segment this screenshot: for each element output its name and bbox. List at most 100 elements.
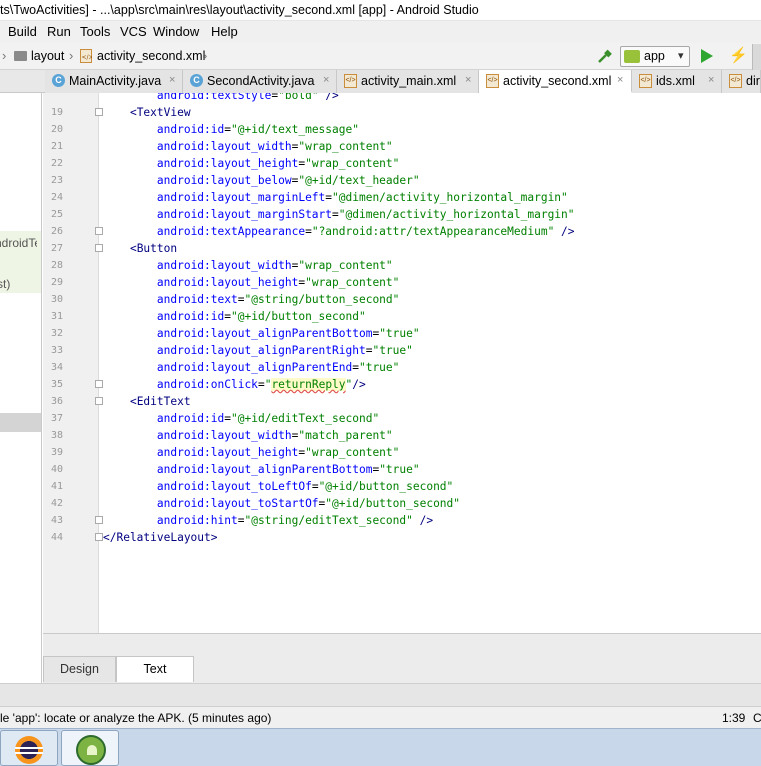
- menu-vcs[interactable]: VCS: [120, 24, 147, 39]
- close-icon[interactable]: ×: [708, 74, 714, 86]
- code-line: android:id="@+id/text_message": [156, 123, 359, 136]
- xml-file-icon: </>: [80, 49, 94, 63]
- fold-marker-icon[interactable]: [95, 516, 103, 524]
- code-line: android:layout_alignParentEnd="true": [156, 361, 400, 374]
- chevron-right-icon: ›: [203, 48, 208, 63]
- line-number: 44: [50, 532, 63, 543]
- menu-run[interactable]: Run: [47, 24, 71, 39]
- line-number: 42: [50, 498, 63, 509]
- code-line: android:layout_toLeftOf="@+id/button_sec…: [156, 480, 454, 493]
- code-line: android:layout_height="wrap_content": [156, 276, 400, 289]
- tab-activity-second-xml[interactable]: </> activity_second.xml ×: [479, 70, 632, 93]
- code-line: android:id="@+id/button_second": [156, 310, 366, 323]
- svg-text:</>: </>: [82, 54, 93, 61]
- run-config-select[interactable]: app ▾: [620, 46, 690, 67]
- line-number: 28: [50, 260, 63, 271]
- code-line: android:onClick="returnReply"/>: [156, 378, 366, 391]
- eclipse-icon-stripe: [15, 752, 43, 754]
- tab-text[interactable]: Text: [116, 656, 194, 682]
- project-tree-item[interactable]: st): [0, 277, 39, 291]
- line-number: 31: [50, 311, 63, 322]
- menu-build[interactable]: Build: [8, 24, 37, 39]
- code-line: android:layout_alignParentRight="true": [156, 344, 413, 357]
- code-line: android:layout_marginLeft="@dimen/activi…: [156, 191, 568, 204]
- toolbar-overflow: [752, 44, 761, 70]
- lightning-icon[interactable]: ⚡: [729, 46, 748, 64]
- tab-label: activity_main.xml: [361, 74, 457, 88]
- breadcrumb-layout[interactable]: layout: [31, 49, 64, 63]
- code-line: android:layout_alignParentBottom="true": [156, 463, 420, 476]
- line-number: 40: [50, 464, 63, 475]
- java-class-icon: C: [52, 74, 65, 87]
- code-line: </RelativeLayout>: [103, 531, 218, 544]
- line-number: 30: [50, 294, 63, 305]
- close-icon[interactable]: ×: [617, 74, 623, 86]
- line-number: 25: [50, 209, 63, 220]
- chevron-right-icon: ›: [69, 48, 74, 63]
- line-number: 27: [50, 243, 63, 254]
- close-icon[interactable]: ×: [323, 74, 329, 86]
- taskbar-eclipse[interactable]: [0, 730, 58, 766]
- tab-label: SecondActivity.java: [207, 74, 315, 88]
- tab-mainactivity-java[interactable]: C MainActivity.java ×: [45, 70, 183, 93]
- xml-file-icon: </>: [344, 74, 357, 88]
- editor-tabs: C MainActivity.java × C SecondActivity.j…: [0, 70, 761, 93]
- android-studio-icon-inner: [87, 745, 97, 755]
- eclipse-icon-stripe: [15, 747, 43, 749]
- line-number: 39: [50, 447, 63, 458]
- project-tree-selected-item[interactable]: [0, 413, 41, 432]
- tab-label: dir: [746, 74, 760, 88]
- line-number: 41: [50, 481, 63, 492]
- line-number: 35: [50, 379, 63, 390]
- fold-marker-icon[interactable]: [95, 533, 103, 541]
- line-number: 23: [50, 175, 63, 186]
- window-title: ts\TwoActivities] - ...\app\src\main\res…: [0, 3, 479, 17]
- tab-activity-main-xml[interactable]: </> activity_main.xml ×: [337, 70, 479, 93]
- android-studio-icon: [76, 735, 106, 765]
- code-line: android:layout_alignParentBottom="true": [156, 327, 420, 340]
- line-number: 36: [50, 396, 63, 407]
- code-line: android:layout_width="match_parent": [156, 429, 393, 442]
- fold-marker-icon[interactable]: [95, 227, 103, 235]
- code-editor[interactable]: android:textStyle="bold" /> 19 <TextView 2…: [43, 93, 761, 633]
- menu-tools[interactable]: Tools: [80, 24, 110, 39]
- menu-window[interactable]: Window: [153, 24, 199, 39]
- taskbar: [0, 728, 761, 766]
- code-line: android:id="@+id/editText_second": [156, 412, 380, 425]
- fold-marker-icon[interactable]: [95, 108, 103, 116]
- code-line: android:hint="@string/editText_second" /…: [156, 514, 434, 527]
- code-line: android:textAppearance="?android:attr/te…: [156, 225, 575, 238]
- line-number: 38: [50, 430, 63, 441]
- status-extra[interactable]: C: [753, 711, 761, 725]
- code-line: android:layout_height="wrap_content": [156, 157, 400, 170]
- line-number: 19: [50, 107, 63, 118]
- taskbar-android-studio[interactable]: [61, 730, 119, 766]
- fold-marker-icon[interactable]: [95, 380, 103, 388]
- close-icon[interactable]: ×: [465, 74, 471, 86]
- code-line: android:layout_below="@+id/text_header": [156, 174, 420, 187]
- status-message[interactable]: le 'app': locate or analyze the APK. (5 …: [0, 711, 271, 725]
- tab-label: MainActivity.java: [69, 74, 162, 88]
- tab-dir[interactable]: </> dir: [722, 70, 761, 93]
- code-line: android:layout_toStartOf="@+id/button_se…: [156, 497, 461, 510]
- tab-ids-xml[interactable]: </> ids.xml ×: [632, 70, 722, 93]
- breadcrumb-activity-second[interactable]: activity_second.xml: [97, 49, 205, 63]
- menu-bar: Build Run Tools VCS Window Help: [0, 21, 761, 43]
- code-line: android:layout_width="wrap_content": [156, 259, 393, 272]
- tab-design[interactable]: Design: [43, 656, 116, 682]
- line-number: 32: [50, 328, 63, 339]
- chevron-down-icon: ▾: [678, 50, 684, 62]
- fold-marker-icon[interactable]: [95, 397, 103, 405]
- xml-file-icon: </>: [486, 74, 499, 88]
- tab-secondactivity-java[interactable]: C SecondActivity.java ×: [183, 70, 337, 93]
- line-number: 20: [50, 124, 63, 135]
- caret-position[interactable]: 1:39: [722, 711, 745, 725]
- fold-marker-icon[interactable]: [95, 244, 103, 252]
- project-tree-item[interactable]: ndroidTe: [0, 236, 37, 250]
- menu-help[interactable]: Help: [211, 24, 238, 39]
- hammer-icon[interactable]: [597, 49, 613, 68]
- code-line: <TextView: [129, 106, 191, 119]
- run-icon[interactable]: [701, 49, 713, 63]
- code-line: android:layout_height="wrap_content": [156, 446, 400, 459]
- close-icon[interactable]: ×: [169, 74, 175, 86]
